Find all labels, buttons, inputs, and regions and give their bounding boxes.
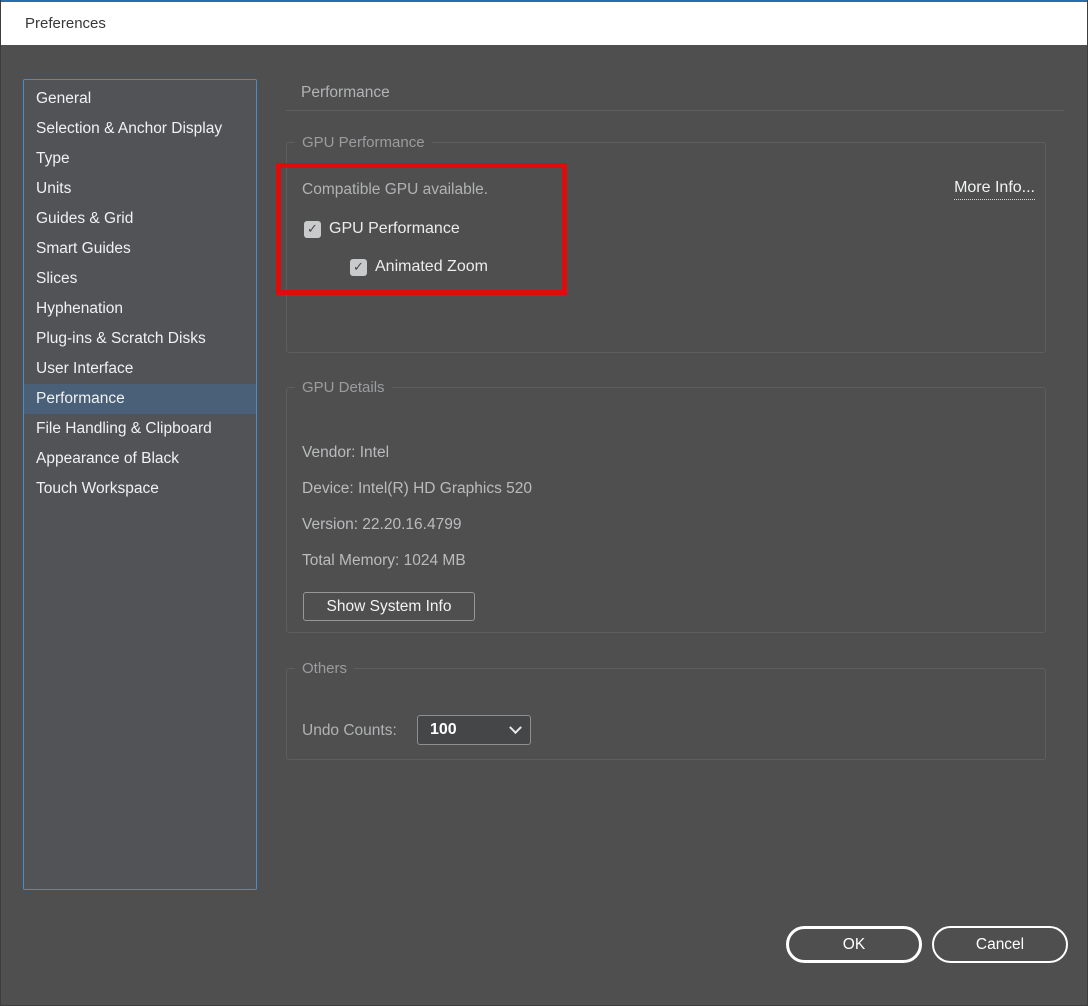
cancel-button[interactable]: Cancel: [932, 926, 1068, 963]
page-title: Performance: [301, 84, 390, 102]
others-group: Others Undo Counts: 100: [286, 660, 1046, 760]
chevron-down-icon: [509, 721, 522, 734]
sidebar-item-guides-grid[interactable]: Guides & Grid: [24, 204, 256, 234]
window-title: Preferences: [25, 15, 106, 32]
title-divider: [286, 110, 1064, 111]
gpu-performance-checkbox[interactable]: ✓: [304, 221, 321, 238]
animated-zoom-checkbox-row: ✓ Animated Zoom: [350, 257, 488, 277]
animated-zoom-checkbox[interactable]: ✓: [350, 259, 367, 276]
more-info-link[interactable]: More Info...: [954, 179, 1035, 200]
checkmark-icon: ✓: [353, 260, 364, 273]
sidebar-item-hyphenation[interactable]: Hyphenation: [24, 294, 256, 324]
sidebar-item-appearance-of-black[interactable]: Appearance of Black: [24, 444, 256, 474]
others-legend: Others: [295, 660, 354, 677]
sidebar-item-slices[interactable]: Slices: [24, 264, 256, 294]
sidebar-item-file-handling-clipboard[interactable]: File Handling & Clipboard: [24, 414, 256, 444]
gpu-performance-legend: GPU Performance: [295, 134, 432, 151]
undo-counts-label: Undo Counts:: [302, 722, 397, 740]
checkmark-icon: ✓: [307, 222, 318, 235]
title-bar: Preferences: [1, 0, 1087, 45]
gpu-details-group: GPU Details Vendor: Intel Device: Intel(…: [286, 379, 1046, 633]
gpu-version-text: Version: 22.20.16.4799: [302, 516, 461, 534]
animated-zoom-checkbox-label: Animated Zoom: [375, 258, 488, 276]
ok-button[interactable]: OK: [786, 926, 922, 963]
sidebar-item-plug-ins-scratch-disks[interactable]: Plug-ins & Scratch Disks: [24, 324, 256, 354]
sidebar-item-units[interactable]: Units: [24, 174, 256, 204]
undo-counts-dropdown[interactable]: 100: [417, 715, 531, 745]
sidebar-item-performance[interactable]: Performance: [24, 384, 256, 414]
gpu-vendor-text: Vendor: Intel: [302, 444, 389, 462]
gpu-status-text: Compatible GPU available.: [302, 181, 488, 199]
sidebar-item-selection-anchor-display[interactable]: Selection & Anchor Display: [24, 114, 256, 144]
sidebar-item-smart-guides[interactable]: Smart Guides: [24, 234, 256, 264]
gpu-performance-group: GPU Performance Compatible GPU available…: [286, 134, 1046, 353]
gpu-device-text: Device: Intel(R) HD Graphics 520: [302, 480, 532, 498]
preferences-category-list: GeneralSelection & Anchor DisplayTypeUni…: [23, 79, 257, 890]
sidebar-item-user-interface[interactable]: User Interface: [24, 354, 256, 384]
sidebar-item-type[interactable]: Type: [24, 144, 256, 174]
sidebar-item-touch-workspace[interactable]: Touch Workspace: [24, 474, 256, 504]
gpu-performance-checkbox-label: GPU Performance: [329, 220, 460, 238]
preferences-dialog: Preferences GeneralSelection & Anchor Di…: [0, 0, 1088, 1006]
gpu-performance-checkbox-row: ✓ GPU Performance: [304, 219, 460, 239]
show-system-info-button[interactable]: Show System Info: [303, 592, 475, 621]
gpu-details-legend: GPU Details: [295, 379, 392, 396]
sidebar-item-general[interactable]: General: [24, 84, 256, 114]
gpu-memory-text: Total Memory: 1024 MB: [302, 552, 466, 570]
undo-counts-value: 100: [430, 721, 511, 739]
